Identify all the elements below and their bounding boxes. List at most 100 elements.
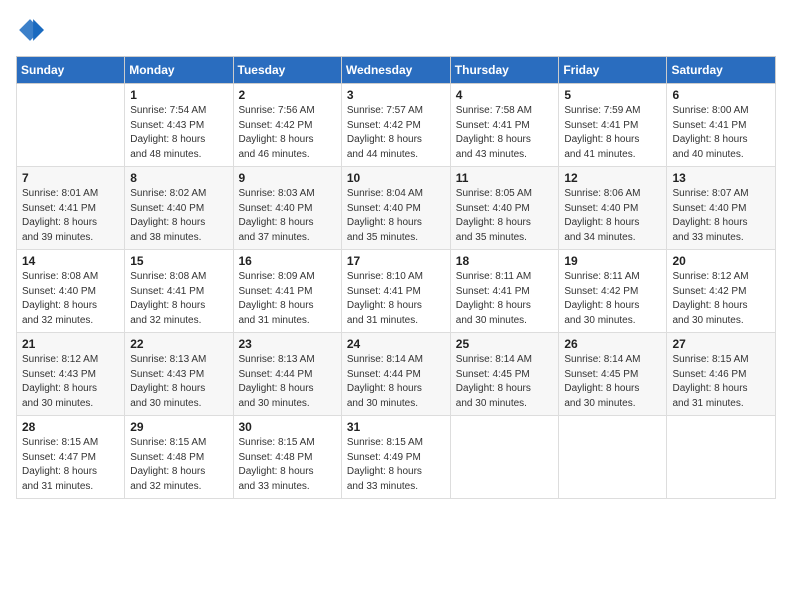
day-info: Sunrise: 8:08 AMSunset: 4:40 PMDaylight:… (22, 270, 119, 328)
day-info: Sunrise: 8:07 AMSunset: 4:40 PMDaylight:… (672, 187, 770, 245)
calendar-cell (667, 416, 776, 499)
day-header-saturday: Saturday (667, 57, 776, 84)
day-number: 28 (22, 420, 119, 434)
day-number: 4 (456, 88, 554, 102)
calendar-cell: 31Sunrise: 8:15 AMSunset: 4:49 PMDayligh… (341, 416, 450, 499)
calendar-cell: 30 Sunrise: 8:15 AMSunset: 4:48 PMDayligh… (233, 416, 341, 499)
day-number: 17 (347, 254, 445, 268)
day-info: Sunrise: 7:57 AMSunset: 4:42 PMDaylight:… (347, 104, 445, 162)
calendar-cell: 22 Sunrise: 8:13 AMSunset: 4:43 PMDayligh… (125, 333, 233, 416)
calendar-cell: 4 Sunrise: 7:58 AMSunset: 4:41 PMDaylight… (450, 84, 559, 167)
day-info: Sunrise: 8:05 AMSunset: 4:40 PMDaylight:… (456, 187, 554, 245)
day-number: 10 (347, 171, 445, 185)
calendar-cell: 16 Sunrise: 8:09 AMSunset: 4:41 PMDayligh… (233, 250, 341, 333)
day-info: Sunrise: 7:56 AMSunset: 4:42 PMDaylight:… (239, 104, 336, 162)
day-number: 19 (564, 254, 661, 268)
calendar-cell: 25 Sunrise: 8:14 AMSunset: 4:45 PMDayligh… (450, 333, 559, 416)
day-number: 16 (239, 254, 336, 268)
day-number: 15 (130, 254, 227, 268)
day-number: 13 (672, 171, 770, 185)
calendar-cell: 19 Sunrise: 8:11 AMSunset: 4:42 PMDayligh… (559, 250, 667, 333)
calendar-cell: 13 Sunrise: 8:07 AMSunset: 4:40 PMDayligh… (667, 167, 776, 250)
day-number: 9 (239, 171, 336, 185)
calendar-cell: 28 Sunrise: 8:15 AMSunset: 4:47 PMDayligh… (17, 416, 125, 499)
day-header-friday: Friday (559, 57, 667, 84)
day-number: 11 (456, 171, 554, 185)
day-info: Sunrise: 8:01 AMSunset: 4:41 PMDaylight:… (22, 187, 119, 245)
calendar-cell: 6 Sunrise: 8:00 AMSunset: 4:41 PMDaylight… (667, 84, 776, 167)
day-info: Sunrise: 8:12 AMSunset: 4:42 PMDaylight:… (672, 270, 770, 328)
day-info: Sunrise: 8:00 AMSunset: 4:41 PMDaylight:… (672, 104, 770, 162)
day-number: 20 (672, 254, 770, 268)
calendar-cell: 23 Sunrise: 8:13 AMSunset: 4:44 PMDayligh… (233, 333, 341, 416)
day-info: Sunrise: 8:13 AMSunset: 4:44 PMDaylight:… (239, 353, 336, 411)
day-number: 29 (130, 420, 227, 434)
calendar-cell (559, 416, 667, 499)
day-info: Sunrise: 8:03 AMSunset: 4:40 PMDaylight:… (239, 187, 336, 245)
day-number: 6 (672, 88, 770, 102)
calendar-cell: 27 Sunrise: 8:15 AMSunset: 4:46 PMDayligh… (667, 333, 776, 416)
calendar-cell: 1 Sunrise: 7:54 AMSunset: 4:43 PMDaylight… (125, 84, 233, 167)
day-number: 30 (239, 420, 336, 434)
day-info: Sunrise: 8:04 AMSunset: 4:40 PMDaylight:… (347, 187, 445, 245)
calendar-cell: 8Sunrise: 8:02 AMSunset: 4:40 PMDaylight… (125, 167, 233, 250)
day-info: Sunrise: 8:13 AMSunset: 4:43 PMDaylight:… (130, 353, 227, 411)
calendar-cell: 12Sunrise: 8:06 AMSunset: 4:40 PMDayligh… (559, 167, 667, 250)
day-number: 24 (347, 337, 445, 351)
day-header-tuesday: Tuesday (233, 57, 341, 84)
day-number: 1 (130, 88, 227, 102)
day-header-monday: Monday (125, 57, 233, 84)
day-number: 25 (456, 337, 554, 351)
calendar-cell: 29 Sunrise: 8:15 AMSunset: 4:48 PMDayligh… (125, 416, 233, 499)
day-header-wednesday: Wednesday (341, 57, 450, 84)
day-number: 21 (22, 337, 119, 351)
logo (16, 16, 48, 44)
day-info: Sunrise: 7:58 AMSunset: 4:41 PMDaylight:… (456, 104, 554, 162)
calendar-cell: 9 Sunrise: 8:03 AMSunset: 4:40 PMDaylight… (233, 167, 341, 250)
day-header-sunday: Sunday (17, 57, 125, 84)
day-number: 5 (564, 88, 661, 102)
day-header-thursday: Thursday (450, 57, 559, 84)
logo-icon (16, 16, 44, 44)
day-number: 26 (564, 337, 661, 351)
day-info: Sunrise: 8:14 AMSunset: 4:44 PMDaylight:… (347, 353, 445, 411)
day-info: Sunrise: 8:14 AMSunset: 4:45 PMDaylight:… (456, 353, 554, 411)
day-info: Sunrise: 8:11 AMSunset: 4:42 PMDaylight:… (564, 270, 661, 328)
day-number: 3 (347, 88, 445, 102)
calendar-cell: 18 Sunrise: 8:11 AMSunset: 4:41 PMDayligh… (450, 250, 559, 333)
day-info: Sunrise: 8:10 AMSunset: 4:41 PMDaylight:… (347, 270, 445, 328)
day-info: Sunrise: 8:12 AMSunset: 4:43 PMDaylight:… (22, 353, 119, 411)
calendar-cell: 5 Sunrise: 7:59 AMSunset: 4:41 PMDaylight… (559, 84, 667, 167)
day-info: Sunrise: 7:54 AMSunset: 4:43 PMDaylight:… (130, 104, 227, 162)
calendar-cell: 3 Sunrise: 7:57 AMSunset: 4:42 PMDaylight… (341, 84, 450, 167)
day-info: Sunrise: 8:15 AMSunset: 4:47 PMDaylight:… (22, 436, 119, 494)
calendar-cell: 14 Sunrise: 8:08 AMSunset: 4:40 PMDayligh… (17, 250, 125, 333)
day-info: Sunrise: 8:09 AMSunset: 4:41 PMDaylight:… (239, 270, 336, 328)
day-number: 2 (239, 88, 336, 102)
day-number: 7 (22, 171, 119, 185)
calendar-cell: 20 Sunrise: 8:12 AMSunset: 4:42 PMDayligh… (667, 250, 776, 333)
day-info: Sunrise: 8:14 AMSunset: 4:45 PMDaylight:… (564, 353, 661, 411)
calendar-cell: 26 Sunrise: 8:14 AMSunset: 4:45 PMDayligh… (559, 333, 667, 416)
day-number: 14 (22, 254, 119, 268)
day-number: 18 (456, 254, 554, 268)
header (16, 16, 776, 44)
calendar-table: SundayMondayTuesdayWednesdayThursdayFrid… (16, 56, 776, 499)
day-info: Sunrise: 8:11 AMSunset: 4:41 PMDaylight:… (456, 270, 554, 328)
day-number: 22 (130, 337, 227, 351)
calendar-cell: 21 Sunrise: 8:12 AMSunset: 4:43 PMDayligh… (17, 333, 125, 416)
day-info: Sunrise: 7:59 AMSunset: 4:41 PMDaylight:… (564, 104, 661, 162)
day-number: 27 (672, 337, 770, 351)
calendar-cell: 7 Sunrise: 8:01 AMSunset: 4:41 PMDaylight… (17, 167, 125, 250)
day-info: Sunrise: 8:15 AMSunset: 4:49 PMDaylight:… (347, 436, 445, 494)
day-number: 23 (239, 337, 336, 351)
calendar-cell: 17 Sunrise: 8:10 AMSunset: 4:41 PMDayligh… (341, 250, 450, 333)
day-info: Sunrise: 8:15 AMSunset: 4:48 PMDaylight:… (130, 436, 227, 494)
day-info: Sunrise: 8:15 AMSunset: 4:48 PMDaylight:… (239, 436, 336, 494)
calendar-cell: 10 Sunrise: 8:04 AMSunset: 4:40 PMDayligh… (341, 167, 450, 250)
day-info: Sunrise: 8:08 AMSunset: 4:41 PMDaylight:… (130, 270, 227, 328)
calendar-cell: 2 Sunrise: 7:56 AMSunset: 4:42 PMDaylight… (233, 84, 341, 167)
day-info: Sunrise: 8:15 AMSunset: 4:46 PMDaylight:… (672, 353, 770, 411)
calendar-cell: 24 Sunrise: 8:14 AMSunset: 4:44 PMDayligh… (341, 333, 450, 416)
day-info: Sunrise: 8:06 AMSunset: 4:40 PMDaylight:… (564, 187, 661, 245)
